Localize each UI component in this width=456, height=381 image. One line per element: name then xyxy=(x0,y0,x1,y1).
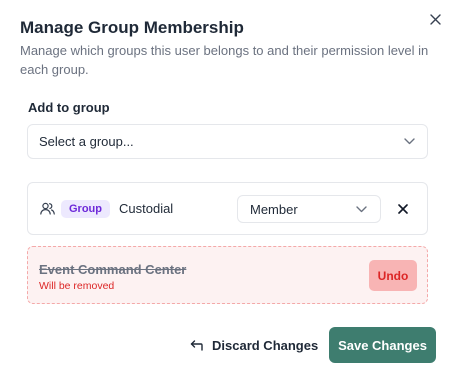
pending-removal-card: Event Command Center Will be removed Und… xyxy=(27,246,428,304)
dialog-title: Manage Group Membership xyxy=(20,18,244,37)
group-name: Custodial xyxy=(119,201,174,216)
group-select-value: Select a group... xyxy=(39,134,134,149)
removed-group-name: Event Command Center xyxy=(39,262,187,277)
remove-icon[interactable] xyxy=(396,202,410,216)
dialog-description: Manage which groups this user belongs to… xyxy=(20,43,429,77)
manage-group-dialog: Manage Group Membership Manage which gro… xyxy=(0,0,456,381)
group-badge: Group xyxy=(61,199,110,218)
discard-changes-label: Discard Changes xyxy=(212,337,319,353)
role-select[interactable]: Member xyxy=(237,195,381,223)
undo-button[interactable]: Undo xyxy=(369,260,417,291)
chevron-down-icon xyxy=(402,135,416,149)
close-icon[interactable] xyxy=(427,11,443,27)
undo-arrow-icon xyxy=(189,338,204,353)
save-changes-button[interactable]: Save Changes xyxy=(329,327,436,363)
users-icon xyxy=(39,201,55,217)
add-to-group-label: Add to group xyxy=(28,100,110,115)
group-select[interactable]: Select a group... xyxy=(27,124,428,159)
chevron-down-icon xyxy=(354,202,368,216)
role-select-value: Member xyxy=(250,201,298,217)
removal-note: Will be removed xyxy=(39,280,115,292)
membership-row: Group Custodial Member xyxy=(27,182,428,235)
discard-changes-button[interactable]: Discard Changes xyxy=(189,331,318,359)
